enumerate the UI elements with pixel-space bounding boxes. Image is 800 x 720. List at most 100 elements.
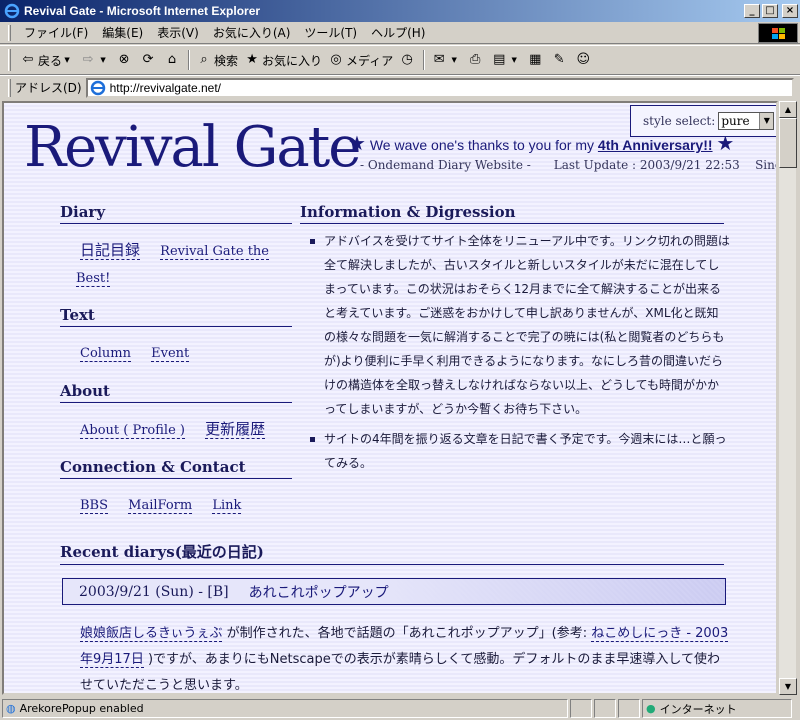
back-dropdown-icon[interactable]: ▼ bbox=[62, 52, 72, 68]
back-button[interactable]: ⇦ 戻る ▼ bbox=[17, 49, 77, 71]
list-item: アドバイスを受けてサイト全体をリニューアル中です。リンク切れの問題は全て解決しま… bbox=[310, 229, 730, 421]
scroll-up-icon[interactable]: ▲ bbox=[779, 101, 797, 118]
stop-button[interactable]: ⊗ bbox=[113, 49, 137, 71]
edit-dropdown-icon[interactable]: ▼ bbox=[509, 52, 519, 68]
about-heading: About bbox=[60, 382, 292, 403]
silkyweb-link[interactable]: 娘娘飯店しるきぃうぇぶ bbox=[80, 626, 223, 642]
style-select-value: pure bbox=[721, 114, 750, 128]
discuss-icon: ▦ bbox=[529, 52, 542, 67]
forward-arrow-icon: ⇨ bbox=[82, 52, 94, 67]
page-viewport: Revival Gate ★ We wave one's thanks to y… bbox=[2, 101, 778, 695]
status-text-cell: ◍ ArekorePopup enabled bbox=[2, 699, 568, 718]
mail-dropdown-icon[interactable]: ▼ bbox=[449, 52, 459, 68]
minimize-button[interactable]: _ bbox=[744, 4, 760, 18]
stop-icon: ⊗ bbox=[118, 52, 130, 67]
bbs-link[interactable]: BBS bbox=[80, 498, 109, 514]
messenger-button[interactable]: ☺ bbox=[572, 49, 596, 71]
messenger-icon: ☺ bbox=[576, 52, 590, 67]
ie-logo-icon bbox=[4, 3, 20, 19]
refresh-button[interactable]: ⟳ bbox=[137, 49, 161, 71]
info-list: アドバイスを受けてサイト全体をリニューアル中です。リンク切れの問題は全て解決しま… bbox=[304, 229, 730, 481]
diary-text: が制作された、各地で話題の「あれこれポップアップ」(参考: bbox=[222, 626, 592, 641]
window-titlebar[interactable]: Revival Gate - Microsoft Internet Explor… bbox=[0, 0, 800, 22]
menu-file[interactable]: ファイル(F) bbox=[17, 24, 95, 41]
maximize-button[interactable]: □ bbox=[762, 4, 778, 18]
toolbar-separator bbox=[423, 50, 426, 70]
forward-button[interactable]: ⇨ ▼ bbox=[77, 49, 113, 71]
contact-heading: Connection & Contact bbox=[60, 458, 292, 479]
favorites-button[interactable]: ★ お気に入り bbox=[241, 49, 325, 71]
diary-body: 娘娘飯店しるきぃうぇぶ が制作された、各地で話題の「あれこれポップアップ」(参考… bbox=[80, 621, 730, 693]
about-profile-link[interactable]: About ( Profile ) bbox=[80, 423, 185, 439]
menu-edit[interactable]: 編集(E) bbox=[95, 24, 150, 41]
menu-tools[interactable]: ツール(T) bbox=[297, 24, 364, 41]
menubar-grip[interactable] bbox=[8, 24, 11, 41]
menu-help[interactable]: ヘルプ(H) bbox=[364, 24, 432, 41]
search-icon: ⌕ bbox=[200, 52, 208, 67]
media-button[interactable]: ◎ メディア bbox=[325, 49, 396, 71]
style-select-dropdown[interactable]: pure ▼ bbox=[718, 112, 775, 130]
favorites-label: お気に入り bbox=[262, 53, 323, 68]
thanks-text: We wave one's thanks to you for my bbox=[369, 137, 595, 153]
menu-favorites[interactable]: お気に入り(A) bbox=[206, 24, 298, 41]
recent-heading: Recent diarys(最近の日記) bbox=[60, 541, 724, 565]
star-icon: ★ bbox=[348, 133, 366, 155]
site-title: Revival Gate bbox=[24, 115, 361, 180]
edit-icon: ▤ bbox=[493, 52, 506, 67]
home-icon: ⌂ bbox=[167, 52, 177, 67]
refresh-icon: ⟳ bbox=[142, 52, 154, 67]
style-select-box: style select: pure ▼ bbox=[630, 105, 776, 137]
print-button[interactable]: ⎙ bbox=[464, 49, 488, 71]
text-heading: Text bbox=[60, 306, 292, 327]
media-icon: ◎ bbox=[330, 52, 342, 67]
column-link[interactable]: Column bbox=[80, 346, 132, 362]
search-button[interactable]: ⌕ 検索 bbox=[193, 49, 241, 71]
scroll-down-icon[interactable]: ▼ bbox=[779, 678, 797, 695]
forward-dropdown-icon[interactable]: ▼ bbox=[98, 52, 108, 68]
status-lock-cell bbox=[594, 699, 616, 718]
discuss-button[interactable]: ▦ bbox=[524, 49, 548, 71]
address-input[interactable]: http://revivalgate.net/ bbox=[85, 77, 794, 98]
site-subline: - Ondemand Diary Website - Last Update :… bbox=[360, 158, 778, 172]
edit-button[interactable]: ▤ ▼ bbox=[488, 49, 524, 71]
standard-toolbar: ⇦ 戻る ▼ ⇨ ▼ ⊗ ⟳ ⌂ ⌕ 検索 ★ お気に入り ◎ メディア ◷ ✉… bbox=[0, 45, 800, 75]
status-progress-cell bbox=[570, 699, 592, 718]
info-heading: Information & Digression bbox=[300, 203, 724, 224]
update-history-link[interactable]: 更新履歴 bbox=[205, 420, 266, 439]
address-label: アドレス(D) bbox=[15, 81, 82, 95]
vertical-scrollbar[interactable]: ▲ ▼ bbox=[778, 101, 797, 695]
about-links: About ( Profile ) 更新履歴 bbox=[80, 416, 300, 444]
zone-cell: ● インターネット bbox=[642, 699, 792, 718]
diary-text: )ですが、あまりにもNetscapeでの表示が素晴らしくて感動。デフォルトのまま… bbox=[80, 652, 720, 693]
menu-bar: ファイル(F) 編集(E) 表示(V) お気に入り(A) ツール(T) ヘルプ(… bbox=[0, 22, 800, 44]
diary-index-link[interactable]: 日記目録 bbox=[80, 241, 141, 260]
history-icon: ◷ bbox=[401, 52, 413, 67]
research-button[interactable]: ✎ bbox=[548, 49, 572, 71]
mail-button[interactable]: ✉ ▼ bbox=[428, 49, 464, 71]
print-icon: ⎙ bbox=[470, 52, 481, 67]
globe-icon: ● bbox=[646, 702, 656, 715]
favorites-icon: ★ bbox=[246, 52, 258, 67]
close-button[interactable]: × bbox=[782, 4, 798, 18]
addressbar-grip[interactable] bbox=[8, 78, 11, 97]
page-ie-icon bbox=[90, 80, 105, 95]
chevron-down-icon[interactable]: ▼ bbox=[759, 113, 774, 129]
zone-text: インターネット bbox=[659, 702, 737, 716]
home-button[interactable]: ⌂ bbox=[161, 49, 185, 71]
diary-title: あれこれポップアップ bbox=[248, 584, 389, 601]
toolbar-grip[interactable] bbox=[8, 49, 11, 71]
event-link[interactable]: Event bbox=[151, 346, 190, 362]
contact-links: BBS MailForm Link bbox=[80, 492, 300, 519]
diary-date: 2003/9/21 (Sun) - [B] bbox=[79, 583, 229, 600]
menu-view[interactable]: 表示(V) bbox=[150, 24, 206, 41]
scroll-thumb[interactable] bbox=[779, 118, 797, 168]
back-label: 戻る bbox=[38, 53, 63, 68]
anniversary-link[interactable]: 4th Anniversary!! bbox=[598, 137, 713, 153]
mailform-link[interactable]: MailForm bbox=[128, 498, 193, 514]
mail-icon: ✉ bbox=[433, 52, 445, 67]
history-button[interactable]: ◷ bbox=[396, 49, 420, 71]
back-arrow-icon: ⇦ bbox=[22, 52, 34, 67]
link-page-link[interactable]: Link bbox=[212, 498, 242, 514]
window-title: Revival Gate - Microsoft Internet Explor… bbox=[24, 4, 261, 18]
text-links: Column Event bbox=[80, 340, 300, 367]
